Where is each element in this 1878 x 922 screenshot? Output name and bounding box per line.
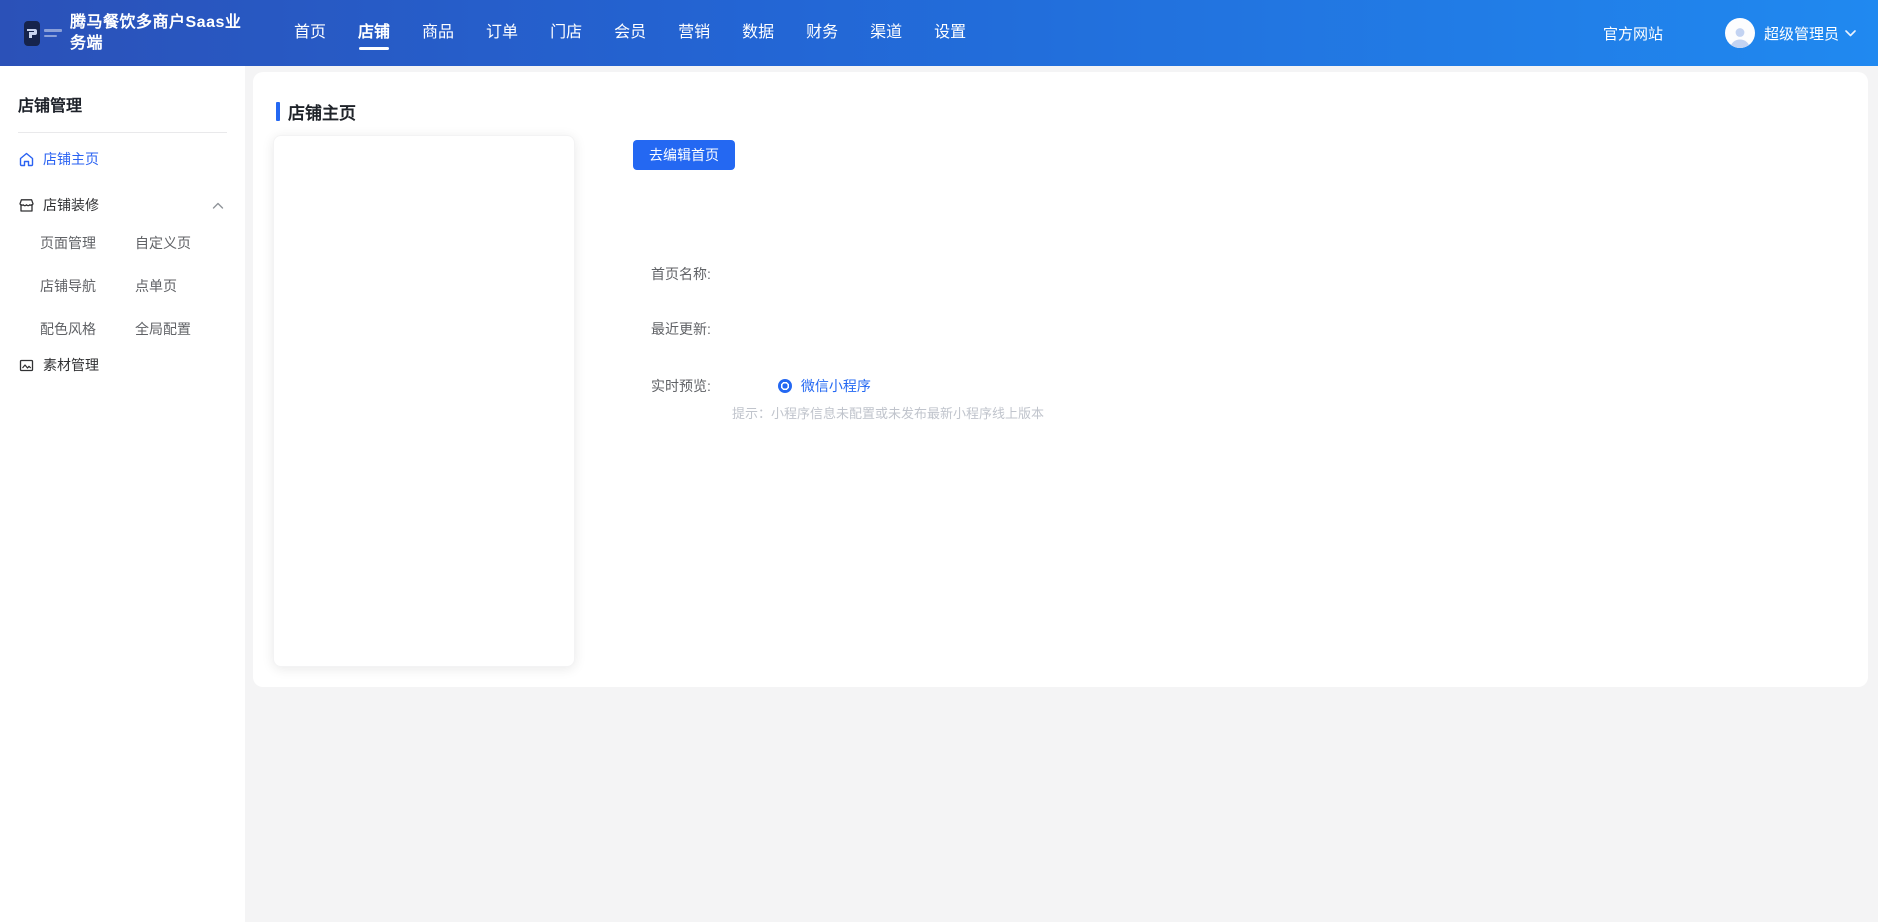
sidebar-item-label: 店铺主页 xyxy=(43,149,99,169)
divider xyxy=(18,132,227,133)
sidebar-sub-page-management[interactable]: 页面管理 xyxy=(40,233,135,253)
user-name[interactable]: 超级管理员 xyxy=(1764,23,1839,44)
sidebar-item-shop-home[interactable]: 店铺主页 xyxy=(0,139,245,179)
preview-label: 实时预览: xyxy=(651,376,711,396)
person-icon xyxy=(1727,24,1753,48)
nav-item-marketing[interactable]: 营销 xyxy=(662,0,726,66)
home-name-row: 首页名称: xyxy=(651,264,711,284)
image-icon xyxy=(18,357,35,374)
nav-item-shop[interactable]: 店铺 xyxy=(342,0,406,66)
storefront-icon xyxy=(18,197,35,214)
home-name-label: 首页名称: xyxy=(651,264,711,284)
nav-item-orders[interactable]: 订单 xyxy=(470,0,534,66)
nav-item-home[interactable]: 首页 xyxy=(278,0,342,66)
logo-subtext xyxy=(44,29,62,37)
last-update-row: 最近更新: xyxy=(651,319,711,339)
sidebar-sub-shop-navigation[interactable]: 店铺导航 xyxy=(40,276,135,296)
sidebar-sub-order-page[interactable]: 点单页 xyxy=(135,276,245,296)
decoration-submenu: 页面管理 自定义页 店铺导航 点单页 配色风格 全局配置 xyxy=(40,233,245,339)
nav-item-finance[interactable]: 财务 xyxy=(790,0,854,66)
nav-item-channels[interactable]: 渠道 xyxy=(854,0,918,66)
sidebar-item-label: 素材管理 xyxy=(43,355,99,375)
header-right: 官方网站 超级管理员 xyxy=(1603,0,1856,66)
sidebar-title: 店铺管理 xyxy=(0,66,245,116)
user-avatar[interactable] xyxy=(1725,18,1755,48)
sidebar-sub-global-config[interactable]: 全局配置 xyxy=(135,319,245,339)
nav-item-settings[interactable]: 设置 xyxy=(918,0,982,66)
sidebar-item-label: 店铺装修 xyxy=(43,195,99,215)
brand-logo-icon xyxy=(24,21,40,46)
miniprogram-preview-panel xyxy=(273,135,575,667)
section-title-row: 店铺主页 xyxy=(276,99,356,124)
sidebar-sub-color-style[interactable]: 配色风格 xyxy=(40,319,135,339)
nav-item-members[interactable]: 会员 xyxy=(598,0,662,66)
top-header: 腾马餐饮多商户Saas业务端 首页 店铺 商品 订单 门店 会员 营销 数据 财… xyxy=(0,0,1878,66)
official-site-link[interactable]: 官方网站 xyxy=(1603,23,1663,44)
last-update-label: 最近更新: xyxy=(651,319,711,339)
wechat-miniprogram-radio[interactable] xyxy=(778,379,792,393)
page-title: 店铺主页 xyxy=(288,99,356,124)
app-title: 腾马餐饮多商户Saas业务端 xyxy=(70,12,252,54)
wechat-miniprogram-link[interactable]: 微信小程序 xyxy=(801,376,871,396)
preview-hint: 提示：小程序信息未配置或未发布最新小程序线上版本 xyxy=(732,403,1044,422)
edit-home-button[interactable]: 去编辑首页 xyxy=(633,140,735,170)
sidebar: 店铺管理 店铺主页 店铺装修 页面管理 自定义页 店铺导航 点单页 配色风格 全… xyxy=(0,66,245,922)
app-logo xyxy=(24,21,62,46)
nav-item-stores[interactable]: 门店 xyxy=(534,0,598,66)
chevron-down-icon[interactable] xyxy=(1845,24,1856,42)
chevron-up-icon[interactable] xyxy=(212,197,224,213)
sidebar-item-shop-decoration[interactable]: 店铺装修 xyxy=(0,185,245,225)
home-icon xyxy=(18,151,35,168)
title-accent-bar xyxy=(276,102,280,121)
sidebar-sub-custom-page[interactable]: 自定义页 xyxy=(135,233,245,253)
realtime-preview-row: 实时预览: 微信小程序 xyxy=(651,376,871,396)
nav-item-goods[interactable]: 商品 xyxy=(406,0,470,66)
main-nav: 首页 店铺 商品 订单 门店 会员 营销 数据 财务 渠道 设置 xyxy=(278,0,982,66)
shop-home-panel: 店铺主页 去编辑首页 首页名称: 最近更新: 实时预览: 微信小程序 提示：小程… xyxy=(253,72,1868,687)
nav-item-data[interactable]: 数据 xyxy=(726,0,790,66)
sidebar-item-material-management[interactable]: 素材管理 xyxy=(0,345,245,385)
